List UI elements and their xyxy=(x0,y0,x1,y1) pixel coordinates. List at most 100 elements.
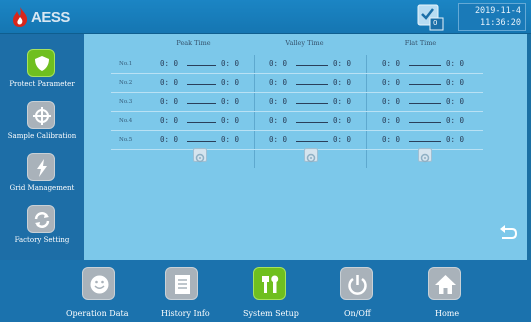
column-header-valley-time: Valley Time xyxy=(285,39,324,47)
nav-system-setup[interactable]: System Setup xyxy=(240,260,304,322)
nav-label: System Setup xyxy=(243,309,299,318)
date-text: 2019-11-4 xyxy=(474,6,521,16)
time-range-dash xyxy=(296,141,328,142)
start-time-field[interactable]: 0: 0 xyxy=(269,116,287,125)
nav-label: Operation Data xyxy=(66,309,129,318)
sidebar-item-sample-calibration[interactable]: Sample Calibration xyxy=(0,96,84,148)
start-time-field[interactable]: 0: 0 xyxy=(269,59,287,68)
start-time-field[interactable]: 0: 0 xyxy=(269,135,287,144)
sidebar-item-label: Protect Parameter xyxy=(9,80,75,88)
time-range-dash xyxy=(409,65,441,66)
end-time-field[interactable]: 0: 0 xyxy=(446,59,464,68)
time-range-dash xyxy=(187,103,216,104)
end-time-field[interactable]: 0: 0 xyxy=(446,116,464,125)
end-time-field[interactable]: 0: 0 xyxy=(221,59,239,68)
end-time-field[interactable]: 0: 0 xyxy=(446,97,464,106)
end-time-field[interactable]: 0: 0 xyxy=(446,78,464,87)
flame-logo-icon xyxy=(13,7,28,27)
smiley-icon xyxy=(82,267,115,300)
start-time-field[interactable]: 0: 0 xyxy=(160,59,178,68)
power-icon xyxy=(340,267,373,300)
sidebar-item-protect-parameter[interactable]: Protect Parameter xyxy=(0,44,84,96)
tools-icon xyxy=(253,267,286,300)
brand-name: AESS xyxy=(31,8,70,26)
sidebar-item-label: Sample Calibration xyxy=(7,132,77,140)
time-range-dash xyxy=(296,84,328,85)
sidebar-item-grid-management[interactable]: Grid Management xyxy=(0,148,84,200)
start-time-field[interactable]: 0: 0 xyxy=(382,78,400,87)
datetime-display: 2019-11-4 11:36:20 xyxy=(458,3,526,31)
home-icon xyxy=(428,267,461,300)
bottom-navigation: Operation Data History Info System Setup xyxy=(0,260,531,322)
end-time-field[interactable]: 0: 0 xyxy=(333,59,351,68)
end-time-field[interactable]: 0: 0 xyxy=(221,97,239,106)
start-time-field[interactable]: 0: 0 xyxy=(382,59,400,68)
time-range-dash xyxy=(409,122,441,123)
end-time-field[interactable]: 0: 0 xyxy=(333,78,351,87)
time-text: 11:36:20 xyxy=(480,18,521,28)
start-time-field[interactable]: 0: 0 xyxy=(269,97,287,106)
time-range-dash xyxy=(187,141,216,142)
brand-logo: AESS xyxy=(10,6,70,28)
time-range-dash xyxy=(409,103,441,104)
device-status-indicator[interactable]: 0 xyxy=(417,4,445,31)
row-label: No.4 xyxy=(119,118,133,124)
row-label: No.5 xyxy=(119,137,133,143)
shield-icon xyxy=(27,49,55,77)
header-bar: AESS 0 2019-11-4 11:36:20 xyxy=(0,0,531,34)
time-range-dash xyxy=(296,65,328,66)
column-header-peak-time: Peak Time xyxy=(176,39,211,47)
sidebar-item-label: Grid Management xyxy=(9,184,75,192)
column-header-flat-time: Flat Time xyxy=(404,39,437,47)
peak-time-set-button[interactable] xyxy=(193,148,207,163)
row-divider xyxy=(111,111,483,112)
nav-label: History Info xyxy=(161,309,210,318)
end-time-field[interactable]: 0: 0 xyxy=(333,116,351,125)
nav-label: Home xyxy=(435,309,460,318)
time-range-dash xyxy=(296,103,328,104)
gear-icon xyxy=(420,153,430,163)
start-time-field[interactable]: 0: 0 xyxy=(160,97,178,106)
check-status-icon xyxy=(417,4,444,31)
flat-time-set-button[interactable] xyxy=(418,148,432,163)
time-range-dash xyxy=(187,122,216,123)
end-time-field[interactable]: 0: 0 xyxy=(333,135,351,144)
row-divider xyxy=(111,92,483,93)
nav-on-off[interactable]: On/Off xyxy=(330,260,390,322)
time-range-dash xyxy=(409,141,441,142)
start-time-field[interactable]: 0: 0 xyxy=(269,78,287,87)
row-label: No.1 xyxy=(119,61,133,67)
status-count: 0 xyxy=(433,19,438,27)
nav-operation-data[interactable]: Operation Data xyxy=(66,260,130,322)
refresh-icon xyxy=(27,205,55,233)
row-divider xyxy=(111,73,483,74)
nav-history-info[interactable]: History Info xyxy=(155,260,215,322)
end-time-field[interactable]: 0: 0 xyxy=(446,135,464,144)
lightning-icon xyxy=(27,153,55,181)
back-button[interactable] xyxy=(497,224,519,242)
gear-icon xyxy=(306,153,316,163)
end-time-field[interactable]: 0: 0 xyxy=(333,97,351,106)
time-range-dash xyxy=(187,84,216,85)
nav-home[interactable]: Home xyxy=(418,260,478,322)
crosshair-icon xyxy=(27,101,55,129)
start-time-field[interactable]: 0: 0 xyxy=(160,116,178,125)
time-range-dash xyxy=(409,84,441,85)
end-time-field[interactable]: 0: 0 xyxy=(221,78,239,87)
nav-label: On/Off xyxy=(344,309,371,318)
start-time-field[interactable]: 0: 0 xyxy=(382,135,400,144)
time-range-dash xyxy=(296,122,328,123)
gear-icon xyxy=(195,153,205,163)
time-range-dash xyxy=(187,65,216,66)
row-label: No.3 xyxy=(119,99,133,105)
start-time-field[interactable]: 0: 0 xyxy=(160,135,178,144)
settings-sidebar: Protect Parameter Sample Calibration Gri… xyxy=(0,34,84,260)
valley-time-set-button[interactable] xyxy=(304,148,318,163)
row-divider xyxy=(111,130,483,131)
end-time-field[interactable]: 0: 0 xyxy=(221,135,239,144)
start-time-field[interactable]: 0: 0 xyxy=(382,116,400,125)
start-time-field[interactable]: 0: 0 xyxy=(382,97,400,106)
start-time-field[interactable]: 0: 0 xyxy=(160,78,178,87)
sidebar-item-factory-setting[interactable]: Factory Setting xyxy=(0,200,84,252)
end-time-field[interactable]: 0: 0 xyxy=(221,116,239,125)
